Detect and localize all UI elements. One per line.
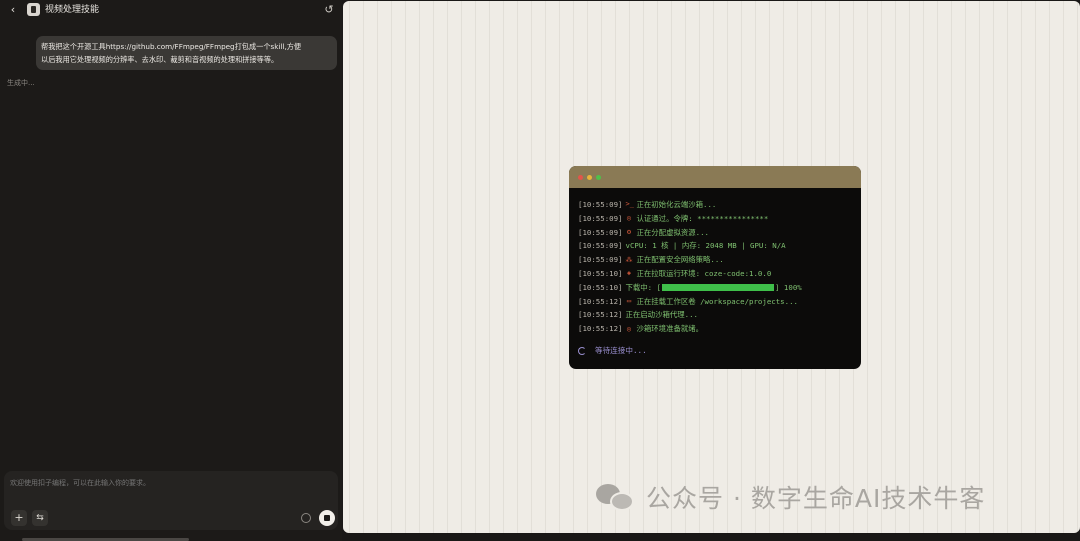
log-line: [10:55:12] ▭ 正在挂载工作区卷 /workspace/projects.… bbox=[578, 295, 858, 309]
log-message: 正在配置安全网络策略... bbox=[636, 255, 724, 265]
download-progress-bar bbox=[662, 284, 775, 292]
watermark-text: 公众号 · 数字生命AI技术牛客 bbox=[646, 484, 986, 513]
log-line: [10:55:09] ⁂ 正在配置安全网络策略... bbox=[578, 253, 858, 267]
log-line: [10:55:09] >_ 正在初始化云端沙箱... bbox=[578, 198, 858, 212]
watermark: 公众号 · 数字生命AI技术牛客 bbox=[596, 479, 985, 515]
log-status-icon: ⁂ bbox=[625, 255, 633, 264]
log-message: 下载中: [ bbox=[625, 282, 662, 292]
log-message: 正在分配虚拟资源... bbox=[636, 227, 709, 237]
log-status-icon: ◎ bbox=[626, 214, 632, 223]
log-timestamp: [10:55:09] bbox=[578, 213, 623, 223]
log-message: 正在拉取运行环境: coze-code:1.0.0 bbox=[636, 268, 772, 278]
log-status-icon: ◈ bbox=[626, 269, 632, 278]
log-status-icon: ⚙ bbox=[626, 227, 632, 236]
minimize-window-icon[interactable] bbox=[587, 175, 592, 180]
log-message: 正在启动沙箱代理... bbox=[625, 310, 698, 320]
chat-input-box: + ⇆ bbox=[4, 471, 338, 530]
log-timestamp: [10:55:09] bbox=[578, 227, 623, 237]
loading-icon bbox=[301, 513, 311, 523]
log-timestamp: [10:55:10] bbox=[578, 282, 623, 292]
log-line: [10:55:10] ◈ 正在拉取运行环境: coze-code:1.0.0 bbox=[578, 267, 858, 281]
log-timestamp: [10:55:09] bbox=[578, 241, 623, 251]
add-button[interactable]: + bbox=[11, 510, 27, 526]
terminal-logs: [10:55:09] >_ 正在初始化云端沙箱... [10:55:09] ◎ 认证通过。… bbox=[578, 198, 858, 336]
log-status-icon: ◎ bbox=[626, 324, 632, 333]
waiting-text: 等待连接中... bbox=[595, 346, 647, 355]
chat-panel: ‹ 视频处理技能 ↺ 帮我把这个开源工具https://github.com/F… bbox=[0, 0, 342, 541]
maximize-window-icon[interactable] bbox=[596, 175, 601, 180]
settings-button[interactable]: ⇆ bbox=[32, 510, 48, 526]
download-percent: ] 100% bbox=[775, 282, 802, 292]
user-message-line: 以后我用它处理视频的分辨率、去水印、裁剪和音视频的处理和拼接等等。 bbox=[41, 55, 279, 64]
log-message: 认证通过。令牌: **************** bbox=[636, 213, 769, 223]
waiting-status: 等待连接中... bbox=[578, 345, 647, 356]
log-message: vCPU: 1 核 | 内存: 2048 MB | GPU: N/A bbox=[625, 241, 786, 251]
log-line: [10:55:10] 下载中: [ ] 100% bbox=[578, 281, 858, 295]
chevron-left-icon[interactable]: ‹ bbox=[6, 3, 20, 17]
generating-status: 生成中... bbox=[7, 79, 35, 87]
preview-panel: [10:55:09] >_ 正在初始化云端沙箱... [10:55:09] ◎ 认证通过。… bbox=[343, 1, 1080, 533]
terminal-window: [10:55:09] >_ 正在初始化云端沙箱... [10:55:09] ◎ 认证通过。… bbox=[569, 166, 861, 369]
log-line: [10:55:12] ◎ 沙箱环境准备就绪。 bbox=[578, 322, 858, 336]
log-timestamp: [10:55:12] bbox=[578, 310, 623, 320]
header: ‹ 视频处理技能 ↺ bbox=[0, 0, 342, 22]
history-icon[interactable]: ↺ bbox=[322, 3, 336, 17]
log-line: [10:55:09] vCPU: 1 核 | 内存: 2048 MB | GPU:… bbox=[578, 239, 858, 253]
stop-button[interactable] bbox=[319, 510, 335, 526]
wechat-icon bbox=[596, 482, 636, 512]
log-line: [10:55:09] ⚙ 正在分配虚拟资源... bbox=[578, 226, 858, 240]
log-message: 正在初始化云端沙箱... bbox=[636, 200, 717, 209]
user-message: 帮我把这个开源工具https://github.com/FFmpeg/FFmpe… bbox=[36, 36, 337, 70]
log-timestamp: [10:55:09] bbox=[578, 255, 623, 265]
app-icon bbox=[27, 3, 40, 16]
log-message: 正在挂载工作区卷 /workspace/projects... bbox=[636, 296, 798, 306]
chat-input[interactable] bbox=[10, 479, 310, 487]
log-status-icon: ▭ bbox=[626, 296, 632, 305]
close-window-icon[interactable] bbox=[578, 175, 583, 180]
log-timestamp: [10:55:12] bbox=[578, 296, 623, 306]
spinner-icon bbox=[578, 346, 586, 355]
log-line: [10:55:09] ◎ 认证通过。令牌: **************** bbox=[578, 212, 858, 226]
log-status-icon: >_ bbox=[625, 200, 634, 209]
log-message: 沙箱环境准备就绪。 bbox=[636, 324, 704, 334]
user-message-line: 帮我把这个开源工具https://github.com/FFmpeg/FFmpe… bbox=[41, 42, 302, 51]
log-timestamp: [10:55:09] bbox=[578, 200, 623, 209]
log-timestamp: [10:55:12] bbox=[578, 324, 623, 334]
log-timestamp: [10:55:10] bbox=[578, 268, 623, 278]
log-line: [10:55:12] 正在启动沙箱代理... bbox=[578, 308, 858, 322]
page-title: 视频处理技能 bbox=[45, 5, 100, 15]
terminal-titlebar bbox=[569, 166, 861, 188]
